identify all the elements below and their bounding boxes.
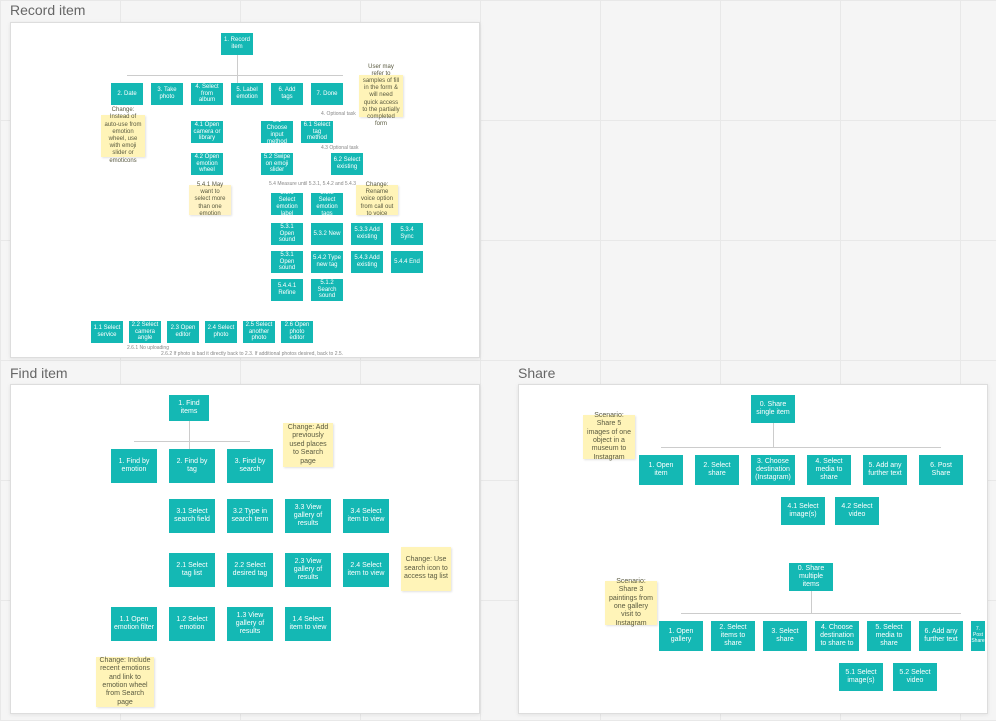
record-node-6-2[interactable]: 6.2 Select existing	[331, 153, 363, 175]
record-node-r7-1[interactable]: 5.1.2 Search sound	[311, 279, 343, 301]
share-r2-4[interactable]: 5. Select media to share	[867, 621, 911, 651]
record-node-photo[interactable]: 3. Take photo	[151, 83, 183, 105]
share-r2-2[interactable]: 3. Select share	[763, 621, 807, 651]
find-r2-2[interactable]: 3.3 View gallery of results	[285, 499, 331, 533]
find-r3-2[interactable]: 2.3 View gallery of results	[285, 553, 331, 587]
record-panel-title: Record item	[10, 2, 85, 18]
record-node-tags[interactable]: 7. Done	[311, 83, 343, 105]
share-sticky-scenario1: Scenario: Share 5 images of one object i…	[583, 415, 635, 459]
record-bottom-4[interactable]: 2.5 Select another photo	[243, 321, 275, 343]
find-r1-2[interactable]: 3. Find by search	[227, 449, 273, 483]
record-root[interactable]: 1. Record item	[221, 33, 253, 55]
record-node-voice[interactable]: 6. Add tags	[271, 83, 303, 105]
find-sticky-search: Change: Use search icon to access tag li…	[401, 547, 451, 591]
record-node-album[interactable]: 4. Select from album	[191, 83, 223, 105]
find-r3-3[interactable]: 2.4 Select item to view	[343, 553, 389, 587]
share-r2-3[interactable]: 4. Choose destination to share to	[815, 621, 859, 651]
record-sticky-change1: Change: Instead of auto-use from emotion…	[101, 115, 145, 157]
share-r1-4[interactable]: 5. Add any further text	[863, 455, 907, 485]
share-r1-2[interactable]: 3. Choose destination (Instagram)	[751, 455, 795, 485]
share-root2[interactable]: 0. Share multiple items	[789, 563, 833, 591]
record-annot-4-3: 4.3 Optional task	[321, 145, 359, 151]
share-panel: 0. Share single item Scenario: Share 5 i…	[518, 384, 988, 714]
share-r1-3[interactable]: 4. Select media to share	[807, 455, 851, 485]
record-node-r5-2[interactable]: 5.3.3 Add existing	[351, 223, 383, 245]
record-node-r5-1[interactable]: 5.3.2 New	[311, 223, 343, 245]
share-r2-0[interactable]: 1. Open gallery	[659, 621, 703, 651]
record-node-5-3-1a[interactable]: 5.3.1 Select emotion label	[271, 193, 303, 215]
record-node-5-1[interactable]: 5.1 Choose input method	[261, 121, 293, 143]
find-r4-2[interactable]: 1.3 View gallery of results	[227, 607, 273, 641]
record-node-r5-3[interactable]: 5.3.4 Sync	[391, 223, 423, 245]
find-panel: 1. Find items Change: Add previously use…	[10, 384, 480, 714]
find-r2-3[interactable]: 3.4 Select item to view	[343, 499, 389, 533]
find-r1-0[interactable]: 1. Find by emotion	[111, 449, 157, 483]
share-r2-5[interactable]: 6. Add any further text	[919, 621, 963, 651]
share-r1-5[interactable]: 6. Post Share	[919, 455, 963, 485]
find-r4-3[interactable]: 1.4 Select item to view	[285, 607, 331, 641]
record-sticky-multi: 5.4.1 May want to select more than one e…	[189, 185, 231, 215]
share-sticky-scenario2: Scenario: Share 3 paintings from one gal…	[605, 581, 657, 625]
find-sticky-prev: Change: Add previously used places to Se…	[283, 423, 333, 467]
record-annot-optional: 4. Optional task	[321, 111, 356, 117]
find-r3-0[interactable]: 2.1 Select tag list	[169, 553, 215, 587]
find-r2-1[interactable]: 3.2 Type in search term	[227, 499, 273, 533]
share-r2-1[interactable]: 2. Select items to share	[711, 621, 755, 651]
find-sticky-emotions: Change: Include recent emotions and link…	[96, 657, 154, 707]
record-node-r5-0[interactable]: 5.3.1 Open sound	[271, 223, 303, 245]
record-node-4-2[interactable]: 4.2 Open emotion wheel	[191, 153, 223, 175]
record-annot-b2: 2.6.2 If photo is bad it directly back t…	[161, 351, 343, 357]
record-bottom-3[interactable]: 2.4 Select photo	[205, 321, 237, 343]
record-node-emotion[interactable]: 5. Label emotion	[231, 83, 263, 105]
record-node-6-1[interactable]: 6.1 Select tag method	[301, 121, 333, 143]
share-r1b-1[interactable]: 4.2 Select video	[835, 497, 879, 525]
record-bottom-5[interactable]: 2.6 Open photo editor	[281, 321, 313, 343]
share-r2b-1[interactable]: 5.2 Select video	[893, 663, 937, 691]
record-bottom-0[interactable]: 1.1 Select service	[91, 321, 123, 343]
record-bottom-1[interactable]: 2.2 Select camera angle	[129, 321, 161, 343]
record-node-5-3-2a[interactable]: 5.3.2 Select emotion tags	[311, 193, 343, 215]
share-r2-6[interactable]: 7. Post Share	[971, 621, 985, 651]
record-sticky-user: User may refer to samples of fill in the…	[359, 75, 403, 117]
record-node-r6-3[interactable]: 5.4.4 End	[391, 251, 423, 273]
share-root[interactable]: 0. Share single item	[751, 395, 795, 423]
record-node-r6-0[interactable]: 5.3.1 Open sound	[271, 251, 303, 273]
record-node-date[interactable]: 2. Date	[111, 83, 143, 105]
record-annot-5-4: 5.4 Measure until 5.3.1, 5.4.2 and 5.4.3	[269, 181, 356, 187]
find-r2-0[interactable]: 3.1 Select search field	[169, 499, 215, 533]
find-r3-1[interactable]: 2.2 Select desired tag	[227, 553, 273, 587]
find-panel-title: Find item	[10, 365, 68, 381]
share-r1b-0[interactable]: 4.1 Select image(s)	[781, 497, 825, 525]
record-node-4-1[interactable]: 4.1 Open camera or library	[191, 121, 223, 143]
record-node-5-2[interactable]: 5.2 Swipe on emoji slider	[261, 153, 293, 175]
record-sticky-rename: Change: Rename voice option from call ou…	[356, 185, 398, 215]
record-node-r6-1[interactable]: 5.4.2 Type new tag	[311, 251, 343, 273]
find-r4-1[interactable]: 1.2 Select emotion	[169, 607, 215, 641]
find-r4-0[interactable]: 1.1 Open emotion filter	[111, 607, 157, 641]
record-bottom-2[interactable]: 2.3 Open editor	[167, 321, 199, 343]
record-node-r6-2[interactable]: 5.4.3 Add existing	[351, 251, 383, 273]
share-r2b-0[interactable]: 5.1 Select image(s)	[839, 663, 883, 691]
share-r1-0[interactable]: 1. Open item	[639, 455, 683, 485]
record-node-r7-0[interactable]: 5.4.4.1 Refine	[271, 279, 303, 301]
find-root[interactable]: 1. Find items	[169, 395, 209, 421]
find-r1-1[interactable]: 2. Find by tag	[169, 449, 215, 483]
share-panel-title: Share	[518, 365, 555, 381]
share-r1-1[interactable]: 2. Select share	[695, 455, 739, 485]
record-panel: 1. Record item 2. Date 3. Take photo 4. …	[10, 22, 480, 358]
